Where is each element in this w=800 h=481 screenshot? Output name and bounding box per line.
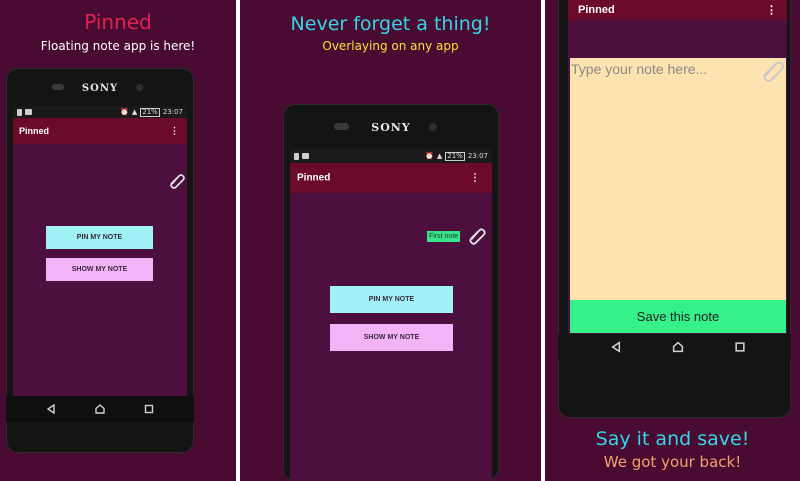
- app-toolbar: Pinned ⋮: [568, 0, 787, 20]
- app-title: Pinned: [19, 126, 50, 136]
- note-input-placeholder: Type your note here...: [571, 61, 708, 77]
- panel-headline: Say it and save!: [595, 428, 750, 450]
- panel-headline: Pinned: [84, 10, 152, 34]
- phone-camera: [429, 123, 437, 131]
- phone-frame: Pinned ⋮ Type your note here... Save thi…: [558, 0, 791, 418]
- sd-card-icon: [294, 152, 299, 160]
- app-title: Pinned: [297, 172, 331, 184]
- navigation-bar: [6, 396, 194, 422]
- overflow-menu-icon[interactable]: ⋮: [470, 173, 480, 184]
- app-toolbar: Pinned ⋮: [13, 118, 187, 144]
- signal-icon: ▲: [131, 108, 138, 116]
- app-content: PIN MY NOTE SHOW MY NOTE: [13, 144, 187, 396]
- app-toolbar: Pinned ⋮: [290, 163, 492, 193]
- overflow-menu-icon[interactable]: ⋮: [766, 4, 777, 17]
- floating-note[interactable]: First note: [427, 231, 461, 242]
- save-note-button[interactable]: Save this note: [570, 300, 786, 333]
- phone-frame: SONY ⏰ ▲ 21% 23:07 Pinned ⋮: [283, 104, 499, 481]
- app-content: First note PIN MY NOTE SHOW MY NOTE: [290, 193, 492, 481]
- paperclip-icon[interactable]: [761, 58, 785, 84]
- phone-frame: SONY ⏰ ▲ 21% 23:07 Pinned ⋮: [6, 68, 194, 453]
- note-editor[interactable]: Type your note here...: [570, 58, 786, 302]
- status-time: 23:07: [162, 108, 183, 116]
- status-time: 23:07: [467, 152, 488, 160]
- pin-my-note-button[interactable]: PIN MY NOTE: [330, 286, 453, 313]
- app-title: Pinned: [578, 4, 615, 16]
- panel-headline: Never forget a thing!: [290, 13, 491, 35]
- paperclip-icon[interactable]: [468, 226, 486, 246]
- phone-screen: ⏰ ▲ 21% 23:07 Pinned ⋮ PIN MY NOTE SHOW …: [13, 106, 187, 396]
- back-icon[interactable]: [611, 341, 622, 353]
- paperclip-icon[interactable]: [169, 172, 185, 190]
- battery-indicator: 21%: [140, 107, 160, 117]
- alarm-icon: ⏰: [425, 152, 434, 160]
- home-icon[interactable]: [672, 341, 684, 353]
- status-bar: ⏰ ▲ 21% 23:07: [13, 106, 187, 118]
- status-bar: ⏰ ▲ 21% 23:07: [290, 149, 492, 163]
- phone-brand: SONY: [371, 121, 411, 134]
- panel-subline: We got your back!: [603, 453, 742, 471]
- phone-brand: SONY: [81, 83, 119, 94]
- signal-icon: ▲: [436, 152, 443, 160]
- battery-indicator: 21%: [445, 151, 465, 161]
- navigation-bar: [558, 334, 791, 360]
- phone-camera: [136, 84, 143, 91]
- image-icon: [25, 109, 32, 115]
- sd-card-icon: [17, 108, 22, 116]
- image-icon: [302, 153, 309, 159]
- phone-earpiece: [52, 84, 64, 90]
- panel-subline: Overlaying on any app: [322, 39, 459, 53]
- show-my-note-button[interactable]: SHOW MY NOTE: [330, 324, 453, 351]
- phone-screen: Pinned ⋮ Type your note here... Save thi…: [568, 0, 787, 334]
- promo-panel-3: Pinned ⋮ Type your note here... Save thi…: [545, 0, 800, 481]
- overflow-menu-icon[interactable]: ⋮: [170, 126, 179, 137]
- back-icon[interactable]: [46, 404, 56, 414]
- pin-my-note-button[interactable]: PIN MY NOTE: [46, 226, 153, 249]
- promo-panel-1: Pinned Floating note app is here! SONY ⏰…: [0, 0, 236, 481]
- show-my-note-button[interactable]: SHOW MY NOTE: [46, 258, 153, 281]
- home-icon[interactable]: [95, 404, 106, 415]
- recents-icon[interactable]: [735, 342, 746, 353]
- alarm-icon: ⏰: [120, 108, 129, 116]
- recents-icon[interactable]: [144, 404, 154, 414]
- phone-screen: ⏰ ▲ 21% 23:07 Pinned ⋮ First note PIN MY…: [290, 149, 492, 481]
- panel-subline: Floating note app is here!: [40, 39, 196, 53]
- promo-panel-2: Never forget a thing! Overlaying on any …: [240, 0, 541, 481]
- phone-earpiece: [334, 123, 349, 130]
